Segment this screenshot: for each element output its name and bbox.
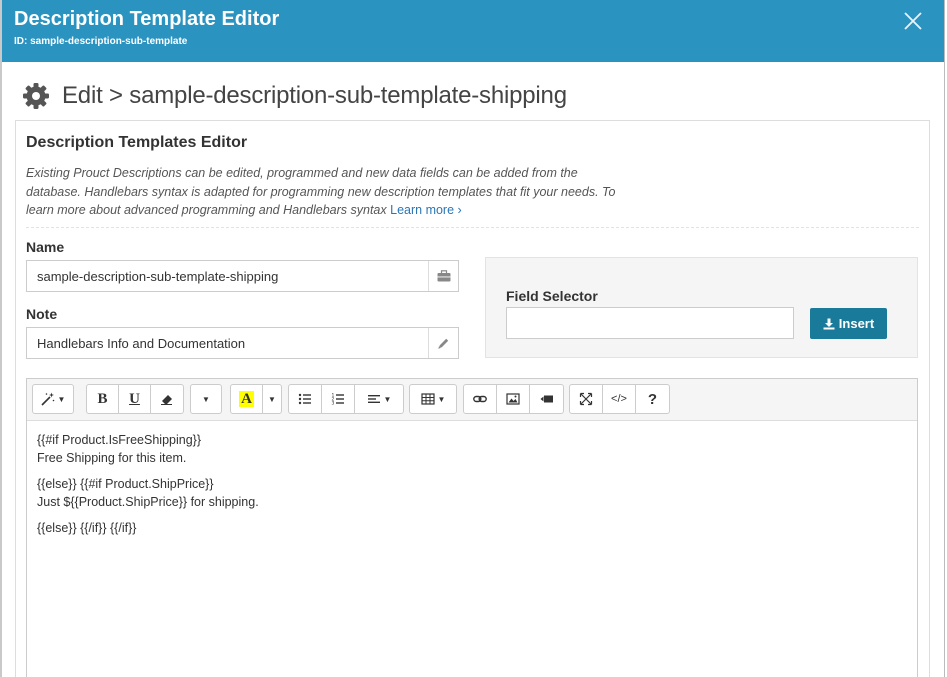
svg-text:3: 3 [332, 401, 335, 407]
panel-title: Description Templates Editor [26, 134, 248, 151]
misc-group: </> ? [569, 384, 670, 414]
table-group: ▼ [409, 384, 457, 414]
editor-toolbar: ▼ B U ▼ A ▼ 1 2 3 ▼ ▼ </> ? [27, 379, 917, 421]
field-selector-box: Field Selector Insert [485, 257, 918, 358]
content-line: Free Shipping for this item. [37, 451, 187, 465]
gear-icon [23, 83, 49, 109]
close-icon[interactable] [904, 12, 922, 30]
align-left-icon [367, 395, 380, 403]
modal-header: Description Template Editor ID: sample-d… [2, 0, 944, 62]
fullscreen-icon [579, 392, 593, 406]
font-size-dropdown[interactable]: ▼ [191, 385, 221, 413]
content-paragraph: {{else}} {{#if Product.ShipPrice}} Just … [37, 475, 907, 511]
picture-button[interactable] [497, 385, 530, 413]
editor-panel: Description Templates Editor Existing Pr… [15, 120, 930, 677]
magic-style-button[interactable]: ▼ [33, 385, 73, 413]
link-button[interactable] [464, 385, 497, 413]
panel-description: Existing Prouct Descriptions can be edit… [26, 164, 626, 220]
pencil-icon [428, 328, 458, 358]
download-icon [823, 318, 835, 329]
font-color-button[interactable]: A [231, 385, 263, 413]
content-line: {{else}} {{#if Product.ShipPrice}} [37, 477, 214, 491]
modal-title: Description Template Editor [14, 8, 280, 30]
insert-label: Insert [838, 316, 875, 331]
breadcrumb: Edit > sample-description-sub-template-s… [22, 82, 567, 110]
field-selector-input[interactable] [506, 307, 794, 339]
insert-group [463, 384, 564, 414]
bold-button[interactable]: B [87, 385, 119, 413]
content-line: Just ${{Product.ShipPrice}} for shipping… [37, 495, 259, 509]
align-dropdown[interactable]: ▼ [355, 385, 403, 413]
insert-button[interactable]: Insert [810, 308, 887, 339]
code-view-button[interactable]: </> [603, 385, 636, 413]
fullscreen-button[interactable] [570, 385, 603, 413]
color-group: A ▼ [230, 384, 282, 414]
content-paragraph: {{#if Product.IsFreeShipping}} Free Ship… [37, 431, 907, 467]
note-label: Note [26, 306, 58, 322]
paragraph-group: 123 ▼ [288, 384, 404, 414]
caret-down-icon: ▼ [268, 394, 276, 404]
font-size-group: ▼ [190, 384, 222, 414]
eraser-icon [161, 395, 172, 405]
briefcase-icon [428, 261, 458, 291]
editor-content[interactable]: {{#if Product.IsFreeShipping}} Free Ship… [27, 421, 917, 555]
field-selector-label: Field Selector [506, 288, 598, 304]
clear-format-button[interactable] [151, 385, 183, 413]
learn-more-link[interactable]: Learn more › [390, 203, 462, 217]
numbered-list-button[interactable]: 123 [322, 385, 355, 413]
note-field[interactable]: Handlebars Info and Documentation [26, 327, 459, 359]
numbered-list-icon: 123 [332, 393, 344, 407]
caret-down-icon: ▼ [57, 394, 66, 404]
description-text: Existing Prouct Descriptions can be edit… [26, 166, 616, 217]
content-line: {{#if Product.IsFreeShipping}} [37, 433, 202, 447]
format-group: B U [86, 384, 184, 414]
table-dropdown[interactable]: ▼ [410, 385, 456, 413]
bullet-list-icon [298, 393, 311, 405]
name-field[interactable]: sample-description-sub-template-shipping [26, 260, 459, 292]
breadcrumb-text: Edit > sample-description-sub-template-s… [62, 82, 567, 109]
bullet-list-button[interactable] [289, 385, 322, 413]
font-color-swatch: A [239, 391, 254, 407]
help-button[interactable]: ? [636, 385, 669, 413]
note-input[interactable]: Handlebars Info and Documentation [27, 336, 428, 351]
table-icon [420, 393, 435, 405]
content-line: {{else}} {{/if}} {{/if}} [37, 521, 137, 535]
video-button[interactable] [530, 385, 563, 413]
rich-text-editor: ▼ B U ▼ A ▼ 1 2 3 ▼ ▼ </> ? {{#if Produc… [26, 378, 918, 677]
caret-down-icon: ▼ [437, 394, 446, 404]
divider [26, 227, 919, 228]
underline-button[interactable]: U [119, 385, 151, 413]
style-group: ▼ [32, 384, 74, 414]
link-icon [473, 395, 487, 403]
color-dropdown[interactable]: ▼ [263, 385, 281, 413]
caret-down-icon: ▼ [202, 394, 210, 404]
content-paragraph: {{else}} {{/if}} {{/if}} [37, 519, 907, 537]
name-label: Name [26, 239, 65, 255]
magic-wand-icon [40, 392, 54, 406]
template-editor-modal: Description Template Editor ID: sample-d… [2, 0, 945, 677]
template-id: ID: sample-description-sub-template [14, 36, 188, 47]
name-input[interactable]: sample-description-sub-template-shipping [27, 269, 428, 284]
video-icon [540, 395, 553, 403]
caret-down-icon: ▼ [383, 394, 392, 404]
picture-icon [506, 393, 520, 405]
